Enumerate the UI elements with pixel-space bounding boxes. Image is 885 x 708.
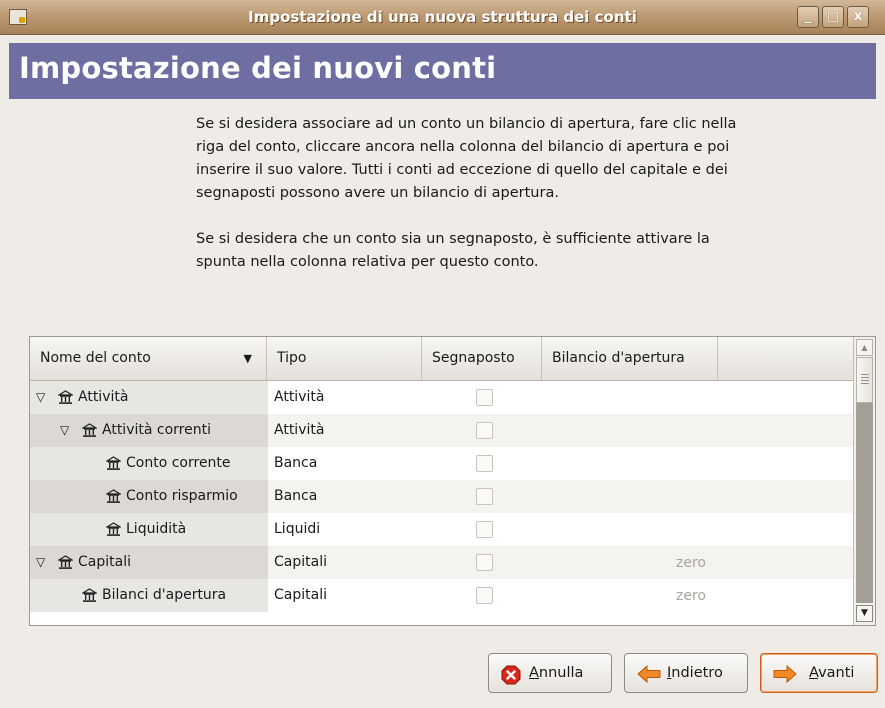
vertical-scrollbar[interactable]: ▲ ▼ [853,337,875,625]
placeholder-checkbox[interactable] [476,521,493,538]
scroll-up-icon[interactable]: ▲ [856,339,873,356]
account-name: Capitali [78,554,131,570]
tree-row-attivita[interactable]: ▽ Attività Attività [30,381,854,414]
tree-row-conto-risparmio[interactable]: Conto risparmio Banca [30,480,854,513]
minimize-button[interactable]: _ [797,6,819,28]
tree-row-bilanci-apertura[interactable]: Bilanci d'apertura Capitali zero [30,579,854,612]
account-name: Liquidità [126,521,187,537]
tree-row-conto-corrente[interactable]: Conto corrente Banca [30,447,854,480]
account-type: Liquidi [274,521,321,537]
expander-icon[interactable]: ▽ [36,390,45,404]
account-name: Conto risparmio [126,488,238,504]
arrow-left-icon [637,665,661,683]
cancel-mnemonic: A [529,665,539,681]
bank-icon [106,522,121,536]
tree-header: Nome del conto ▼ Tipo Segnaposto Bilanci… [30,337,854,381]
scrollbar-track[interactable] [856,403,873,603]
account-type: Capitali [274,587,327,603]
placeholder-checkbox[interactable] [476,488,493,505]
bank-icon [106,489,121,503]
tree-row-attivita-correnti[interactable]: ▽ Attività correnti Attività [30,414,854,447]
opening-balance-value[interactable]: zero [676,588,706,604]
bank-icon [82,588,97,602]
scrollbar-thumb[interactable] [856,357,873,403]
page-header: Impostazione dei nuovi conti [9,43,876,99]
tree-rows: ▽ Attività Attività ▽ Attività correnti … [30,381,854,612]
column-header-name[interactable]: Nome del conto ▼ [30,337,267,380]
next-mnemonic: A [809,665,819,681]
account-type: Attività [274,389,325,405]
account-type: Banca [274,488,318,504]
cancel-icon [501,665,521,685]
expander-icon[interactable]: ▽ [36,555,45,569]
back-button-label: ndietro [671,665,723,681]
column-header-opening-balance[interactable]: Bilancio d'apertura [542,337,718,380]
maximize-button[interactable]: □ [822,6,844,28]
sort-arrow-icon: ▼ [243,352,252,365]
account-name: Attività [78,389,129,405]
description-paragraph-2: Se si desidera che un conto sia un segna… [196,231,710,270]
description: Se si desidera associare ad un conto un … [196,113,756,274]
account-type: Attività [274,422,325,438]
bank-icon [58,390,73,404]
expander-icon[interactable]: ▽ [60,423,69,437]
back-button[interactable]: Indietro [624,653,748,693]
cancel-button-label: nnulla [538,665,584,681]
bank-icon [82,423,97,437]
column-header-type[interactable]: Tipo [267,337,422,380]
account-name: Attività correnti [102,422,211,438]
placeholder-checkbox[interactable] [476,554,493,571]
account-name: Conto corrente [126,455,231,471]
accounts-tree[interactable]: Nome del conto ▼ Tipo Segnaposto Bilanci… [29,336,876,626]
placeholder-checkbox[interactable] [476,389,493,406]
placeholder-checkbox[interactable] [476,422,493,439]
opening-balance-value[interactable]: zero [676,555,706,571]
scroll-down-icon[interactable]: ▼ [856,605,873,622]
next-button[interactable]: Avanti [760,653,878,693]
cancel-button[interactable]: Annulla [488,653,612,693]
tree-row-liquidita[interactable]: Liquidità Liquidi [30,513,854,546]
column-header-placeholder[interactable]: Segnaposto [422,337,542,380]
arrow-right-icon [773,665,797,683]
placeholder-checkbox[interactable] [476,587,493,604]
bank-icon [106,456,121,470]
bank-icon [58,555,73,569]
page-title: Impostazione dei nuovi conti [19,51,497,85]
window-title: Impostazione di una nuova struttura dei … [248,8,637,26]
placeholder-checkbox[interactable] [476,455,493,472]
account-name: Bilanci d'apertura [102,587,227,603]
account-type: Capitali [274,554,327,570]
next-button-label: vanti [818,665,855,681]
account-type: Banca [274,455,318,471]
close-button[interactable]: x [847,6,869,28]
description-paragraph-1: Se si desidera associare ad un conto un … [196,116,737,201]
tree-row-capitali[interactable]: ▽ Capitali Capitali zero [30,546,854,579]
window-titlebar[interactable]: Impostazione di una nuova struttura dei … [0,0,885,35]
column-header-name-label: Nome del conto [40,350,151,366]
